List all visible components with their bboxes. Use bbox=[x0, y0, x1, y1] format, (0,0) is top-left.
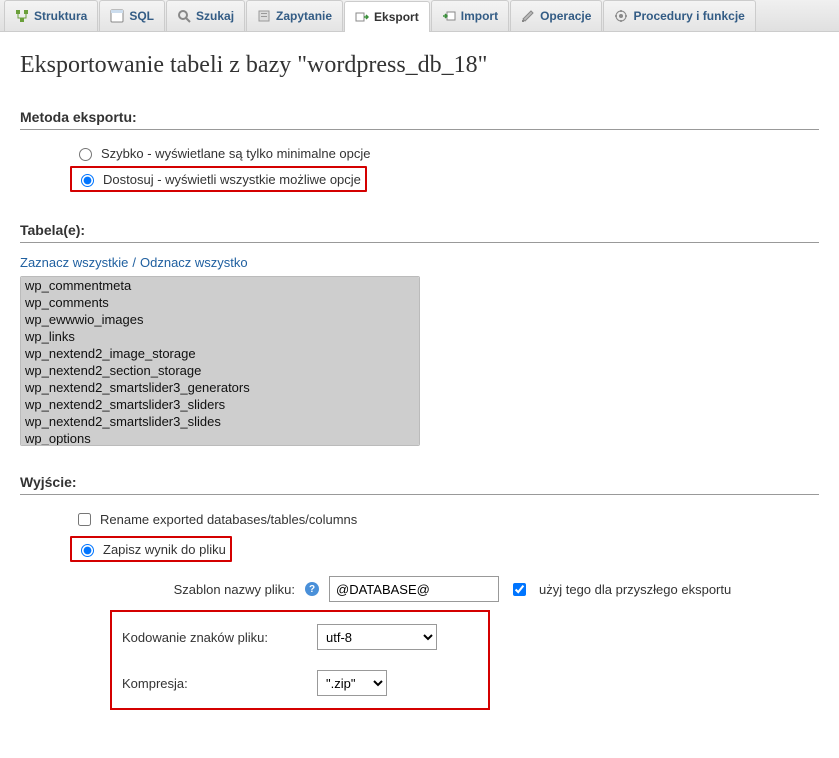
table-option[interactable]: wp_nextend2_smartslider3_generators bbox=[21, 379, 419, 396]
encoding-compression-box: Kodowanie znaków pliku: utf-8 Kompresja:… bbox=[110, 610, 490, 710]
section-title: Metoda eksportu: bbox=[20, 109, 819, 130]
radio-quick-label[interactable]: Szybko - wyświetlane są tylko minimalne … bbox=[101, 146, 371, 161]
table-option[interactable]: wp_nextend2_smartslider3_slides bbox=[21, 413, 419, 430]
save-file-radio[interactable] bbox=[81, 544, 94, 557]
tab-query[interactable]: Zapytanie bbox=[246, 0, 343, 31]
section-title: Wyjście: bbox=[20, 474, 819, 495]
table-option[interactable]: wp_nextend2_smartslider3_sliders bbox=[21, 396, 419, 413]
rename-label[interactable]: Rename exported databases/tables/columns bbox=[100, 512, 357, 527]
compression-select[interactable]: ".zip" bbox=[317, 670, 387, 696]
radio-quick-row: Szybko - wyświetlane są tylko minimalne … bbox=[70, 142, 819, 164]
table-option[interactable]: wp_comments bbox=[21, 294, 419, 311]
tabs-bar: Struktura SQL Szukaj Zapytanie Eksport I… bbox=[0, 0, 839, 32]
help-icon[interactable]: ? bbox=[305, 582, 319, 596]
section-title: Tabela(e): bbox=[20, 222, 819, 243]
tab-label: Struktura bbox=[34, 9, 87, 23]
tab-routines[interactable]: Procedury i funkcje bbox=[603, 0, 755, 31]
tab-structure[interactable]: Struktura bbox=[4, 0, 98, 31]
encoding-row: Kodowanie znaków pliku: utf-8 bbox=[122, 624, 478, 650]
unselect-all-link[interactable]: Odznacz wszystko bbox=[140, 255, 248, 270]
select-all-link[interactable]: Zaznacz wszystkie bbox=[20, 255, 128, 270]
template-input[interactable] bbox=[329, 576, 499, 602]
table-option[interactable]: wp_nextend2_image_storage bbox=[21, 345, 419, 362]
content: Eksportowanie tabeli z bazy "wordpress_d… bbox=[0, 32, 839, 758]
tab-import[interactable]: Import bbox=[431, 0, 509, 31]
export-method-section: Metoda eksportu: Szybko - wyświetlane są… bbox=[20, 109, 819, 194]
future-label[interactable]: użyj tego dla przyszłego eksportu bbox=[539, 582, 731, 597]
structure-icon bbox=[15, 9, 29, 23]
export-icon bbox=[355, 10, 369, 24]
table-option[interactable]: wp_nextend2_section_storage bbox=[21, 362, 419, 379]
table-option[interactable]: wp_links bbox=[21, 328, 419, 345]
sql-icon bbox=[110, 9, 124, 23]
template-row: Szablon nazwy pliku: ? użyj tego dla prz… bbox=[110, 576, 819, 602]
radio-custom-label[interactable]: Dostosuj - wyświetli wszystkie możliwe o… bbox=[103, 172, 361, 187]
import-icon bbox=[442, 9, 456, 23]
compression-label: Kompresja: bbox=[122, 676, 307, 691]
tab-operations[interactable]: Operacje bbox=[510, 0, 602, 31]
operations-icon bbox=[521, 9, 535, 23]
radio-custom[interactable] bbox=[81, 174, 94, 187]
tab-label: Szukaj bbox=[196, 9, 234, 23]
query-icon bbox=[257, 9, 271, 23]
tab-label: Import bbox=[461, 9, 498, 23]
template-label: Szablon nazwy pliku: bbox=[110, 582, 295, 597]
tab-search[interactable]: Szukaj bbox=[166, 0, 245, 31]
table-option[interactable]: wp_ewwwio_images bbox=[21, 311, 419, 328]
tables-select[interactable]: wp_commentmetawp_commentswp_ewwwio_image… bbox=[20, 276, 420, 446]
tab-label: Zapytanie bbox=[276, 9, 332, 23]
radio-quick[interactable] bbox=[79, 148, 92, 161]
tab-label: SQL bbox=[129, 9, 154, 23]
compression-row: Kompresja: ".zip" bbox=[122, 670, 478, 696]
encoding-label: Kodowanie znaków pliku: bbox=[122, 630, 307, 645]
tab-export[interactable]: Eksport bbox=[344, 1, 430, 32]
table-option[interactable]: wp_options bbox=[21, 430, 419, 446]
radio-custom-row: Dostosuj - wyświetli wszystkie możliwe o… bbox=[70, 166, 367, 192]
save-file-row: Zapisz wynik do pliku bbox=[70, 536, 232, 562]
routines-icon bbox=[614, 9, 628, 23]
table-option[interactable]: wp_commentmeta bbox=[21, 277, 419, 294]
encoding-select[interactable]: utf-8 bbox=[317, 624, 437, 650]
rename-row: Rename exported databases/tables/columns bbox=[70, 507, 819, 532]
search-icon bbox=[177, 9, 191, 23]
tab-label: Eksport bbox=[374, 10, 419, 24]
select-links: Zaznacz wszystkie/Odznacz wszystko bbox=[20, 255, 819, 270]
rename-checkbox[interactable] bbox=[78, 513, 91, 526]
tables-section: Tabela(e): Zaznacz wszystkie/Odznacz wsz… bbox=[20, 222, 819, 446]
page-title: Eksportowanie tabeli z bazy "wordpress_d… bbox=[20, 52, 819, 79]
save-file-label[interactable]: Zapisz wynik do pliku bbox=[103, 542, 226, 557]
future-checkbox[interactable] bbox=[513, 583, 526, 596]
tab-label: Procedury i funkcje bbox=[633, 9, 744, 23]
tab-sql[interactable]: SQL bbox=[99, 0, 165, 31]
output-section: Wyjście: Rename exported databases/table… bbox=[20, 474, 819, 710]
tab-label: Operacje bbox=[540, 9, 591, 23]
